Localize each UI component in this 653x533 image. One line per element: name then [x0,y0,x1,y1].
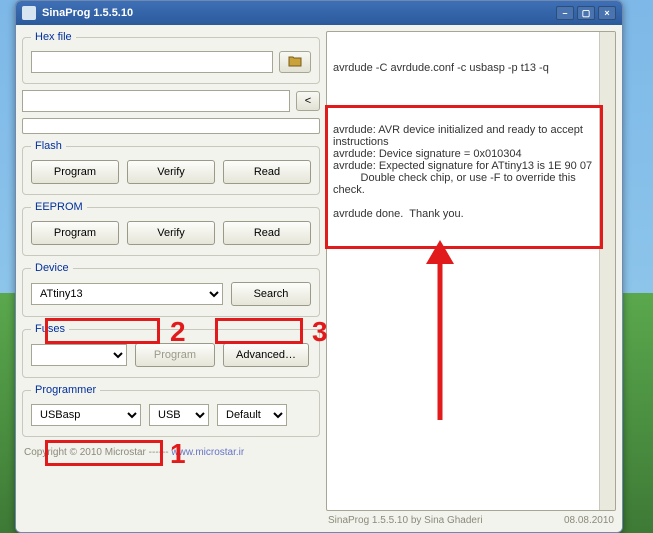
device-search-button[interactable]: Search [231,282,311,306]
expand-button[interactable]: < [296,91,320,111]
fuses-advanced-button[interactable]: Advanced… [223,343,309,367]
fuses-preset-select[interactable] [31,344,127,366]
eeprom-program-button[interactable]: Program [31,221,119,245]
log-input[interactable] [22,90,290,112]
programmer-select[interactable]: USBasp [31,404,141,426]
device-select[interactable]: ATtiny13 [31,283,223,305]
hexfile-group: Hex file [22,31,320,84]
console-scrollbar[interactable] [599,32,615,510]
flash-verify-button[interactable]: Verify [127,160,215,184]
programmer-group: Programmer USBasp USB Default [22,384,320,437]
progress-bar [22,118,320,134]
device-legend: Device [31,262,73,274]
hexfile-input[interactable] [31,51,273,73]
eeprom-verify-button[interactable]: Verify [127,221,215,245]
build-date-text: 08.08.2010 [564,515,614,526]
client-area: Hex file < Flash [16,25,622,532]
titlebar: SinaProg 1.5.5.10 – ▢ × [16,1,622,25]
log-row: < [22,90,320,134]
window-buttons: – ▢ × [556,6,616,20]
left-column: Hex file < Flash [22,31,320,526]
right-column: avrdude -C avrdude.conf -c usbasp -p t13… [326,31,616,526]
speed-select[interactable]: Default [217,404,287,426]
maximize-button[interactable]: ▢ [577,6,595,20]
console-command: avrdude -C avrdude.conf -c usbasp -p t13… [333,62,609,74]
port-select[interactable]: USB [149,404,209,426]
window-title: SinaProg 1.5.5.10 [42,7,556,19]
hexfile-legend: Hex file [31,31,76,43]
footer-left: Copyright © 2010 Microstar ------ www.mi… [22,443,320,458]
fuses-program-button: Program [135,343,215,367]
console-output[interactable]: avrdude -C avrdude.conf -c usbasp -p t13… [326,31,616,511]
console-body: avrdude: AVR device initialized and read… [333,124,609,220]
flash-program-button[interactable]: Program [31,160,119,184]
flash-legend: Flash [31,140,66,152]
app-icon [22,6,36,20]
flash-read-button[interactable]: Read [223,160,311,184]
eeprom-read-button[interactable]: Read [223,221,311,245]
folder-icon [288,55,302,70]
minimize-button[interactable]: – [556,6,574,20]
close-button[interactable]: × [598,6,616,20]
app-version-text: SinaProg 1.5.5.10 by Sina Ghaderi [328,515,483,526]
copyright-text: Copyright © 2010 Microstar [24,447,146,458]
device-group: Device ATtiny13 Search [22,262,320,317]
footer-right: SinaProg 1.5.5.10 by Sina Ghaderi 08.08.… [326,511,616,526]
app-window: SinaProg 1.5.5.10 – ▢ × Hex file [15,0,623,533]
eeprom-legend: EEPROM [31,201,87,213]
website-link[interactable]: www.microstar.ir [171,447,244,458]
browse-button[interactable] [279,51,311,73]
eeprom-group: EEPROM Program Verify Read [22,201,320,256]
programmer-legend: Programmer [31,384,100,396]
flash-group: Flash Program Verify Read [22,140,320,195]
fuses-group: Fuses Program Advanced… [22,323,320,378]
fuses-legend: Fuses [31,323,69,335]
